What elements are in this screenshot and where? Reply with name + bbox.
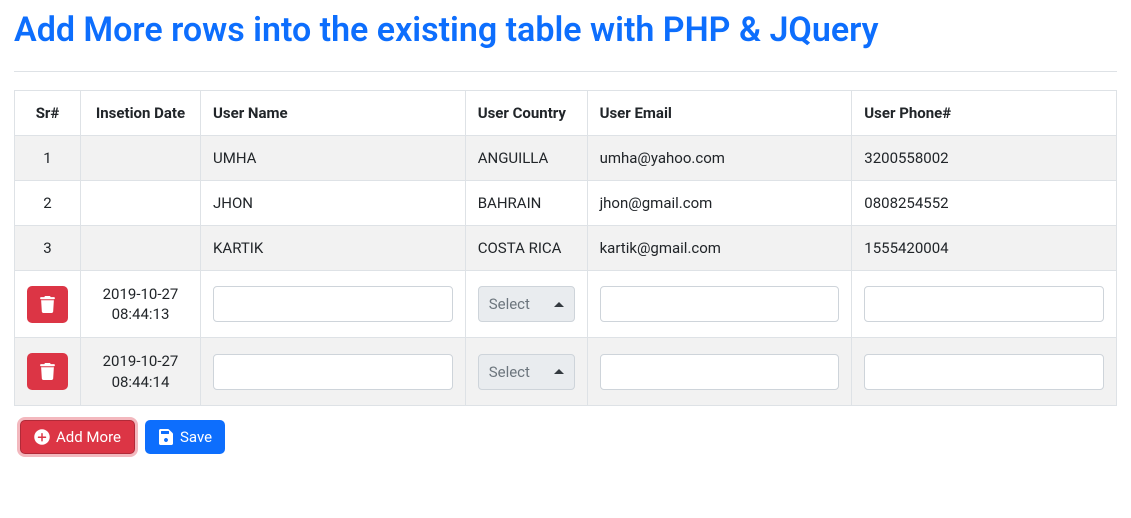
cell-country: COSTA RICA — [465, 225, 587, 270]
date-value-line1: 2019-10-27 — [103, 285, 179, 303]
country-select[interactable]: Select — [478, 286, 575, 322]
country-select-placeholder: Select — [489, 363, 530, 381]
caret-up-icon — [554, 369, 564, 374]
caret-up-icon — [554, 302, 564, 307]
cell-sr: 1 — [15, 135, 81, 180]
cell-date: 2019-10-27 08:44:13 — [81, 270, 201, 338]
date-value-line2: 08:44:13 — [112, 305, 170, 323]
phone-input[interactable] — [864, 286, 1104, 322]
name-input[interactable] — [213, 354, 453, 390]
delete-row-button[interactable] — [27, 286, 68, 323]
col-sr: Sr# — [15, 90, 81, 135]
cell-phone: 3200558002 — [852, 135, 1117, 180]
col-email: User Email — [587, 90, 852, 135]
email-input[interactable] — [600, 354, 840, 390]
add-more-button[interactable]: Add More — [20, 420, 135, 454]
table-row: 3 KARTIK COSTA RICA kartik@gmail.com 155… — [15, 225, 1117, 270]
plus-circle-icon — [34, 429, 50, 445]
save-icon — [158, 429, 174, 445]
cell-email — [587, 270, 852, 338]
cell-email: kartik@gmail.com — [587, 225, 852, 270]
users-table: Sr# Insetion Date User Name User Country… — [14, 90, 1117, 406]
cell-delete — [15, 338, 81, 406]
cell-date — [81, 180, 201, 225]
cell-date: 2019-10-27 08:44:14 — [81, 338, 201, 406]
cell-country: ANGUILLA — [465, 135, 587, 180]
country-select-placeholder: Select — [489, 295, 530, 313]
cell-phone: 0808254552 — [852, 180, 1117, 225]
cell-sr: 2 — [15, 180, 81, 225]
name-input[interactable] — [213, 286, 453, 322]
table-row-editable: 2019-10-27 08:44:14 Select — [15, 338, 1117, 406]
page-title: Add More rows into the existing table wi… — [14, 10, 1117, 72]
save-button[interactable]: Save — [145, 420, 225, 454]
cell-delete — [15, 270, 81, 338]
col-country: User Country — [465, 90, 587, 135]
cell-name: UMHA — [201, 135, 466, 180]
cell-phone — [852, 270, 1117, 338]
cell-name: JHON — [201, 180, 466, 225]
col-phone: User Phone# — [852, 90, 1117, 135]
save-label: Save — [180, 428, 212, 446]
email-input[interactable] — [600, 286, 840, 322]
add-more-label: Add More — [56, 428, 121, 446]
cell-date — [81, 135, 201, 180]
cell-sr: 3 — [15, 225, 81, 270]
cell-date — [81, 225, 201, 270]
date-value-line2: 08:44:14 — [112, 373, 170, 391]
cell-name: KARTIK — [201, 225, 466, 270]
col-date: Insetion Date — [81, 90, 201, 135]
phone-input[interactable] — [864, 354, 1104, 390]
date-value-line1: 2019-10-27 — [103, 352, 179, 370]
cell-email — [587, 338, 852, 406]
cell-phone: 1555420004 — [852, 225, 1117, 270]
footer-actions: Add More Save — [14, 406, 1117, 458]
cell-email: umha@yahoo.com — [587, 135, 852, 180]
trash-icon — [40, 363, 55, 380]
country-select[interactable]: Select — [478, 354, 575, 390]
cell-name — [201, 338, 466, 406]
cell-country: Select — [465, 270, 587, 338]
col-name: User Name — [201, 90, 466, 135]
trash-icon — [40, 296, 55, 313]
cell-name — [201, 270, 466, 338]
cell-phone — [852, 338, 1117, 406]
cell-country: Select — [465, 338, 587, 406]
table-row-editable: 2019-10-27 08:44:13 Select — [15, 270, 1117, 338]
delete-row-button[interactable] — [27, 353, 68, 390]
cell-email: jhon@gmail.com — [587, 180, 852, 225]
table-header-row: Sr# Insetion Date User Name User Country… — [15, 90, 1117, 135]
table-row: 1 UMHA ANGUILLA umha@yahoo.com 320055800… — [15, 135, 1117, 180]
table-row: 2 JHON BAHRAIN jhon@gmail.com 0808254552 — [15, 180, 1117, 225]
cell-country: BAHRAIN — [465, 180, 587, 225]
